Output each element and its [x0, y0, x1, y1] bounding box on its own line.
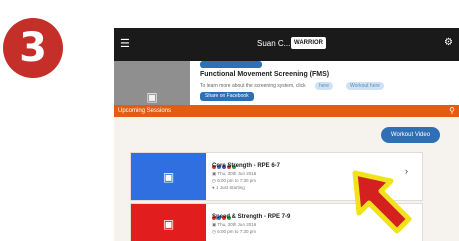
post-link-chip[interactable]: Workout here [346, 82, 384, 90]
image-icon: ▣ [162, 169, 175, 184]
session-time: ◷ 6:00 pm to 7:30 pm [212, 229, 256, 234]
share-on-facebook-button[interactable]: Share on Facebook [200, 92, 254, 101]
pointer-arrow-icon [352, 170, 412, 234]
image-icon: ▣ [146, 90, 158, 104]
step-number-badge: 3 [3, 18, 63, 78]
hamburger-menu-icon[interactable]: ☰ [120, 38, 130, 50]
session-time-text: 6:00 pm to 7:30 pm [217, 178, 256, 183]
workout-video-button[interactable]: Workout Video [381, 127, 440, 143]
upcoming-sessions-label: Upcoming Sessions [118, 108, 172, 114]
upcoming-sessions-bar: Upcoming Sessions ⚲ [114, 105, 459, 117]
session-date-text: Thu, 30th Jun 2016 [217, 171, 257, 176]
session-image: ▣ [131, 204, 206, 241]
post-description: To learn more about the screening system… [200, 83, 306, 89]
session-title: Core Strength - RPE 6-7 [212, 163, 281, 169]
session-attendees: ● 1 Just Starting [212, 185, 245, 190]
top-bar: ☰ Suan C... WARRIOR ⚙ [114, 28, 459, 61]
user-name: Suan C... [257, 39, 291, 48]
session-time-text: 6:00 pm to 7:30 pm [217, 229, 256, 234]
session-title: Speed & Strength - RPE 7-9 [212, 214, 291, 220]
share-button-partial[interactable] [200, 61, 262, 68]
session-date: ▣ Thu, 30th Jun 2016 [212, 171, 257, 176]
gear-icon[interactable]: ⚙ [444, 37, 453, 48]
session-date: ▣ Thu, 30th Jun 2016 [212, 222, 257, 227]
image-icon: ▣ [162, 217, 175, 231]
post-title: Functional Movement Screening (FMS) [200, 71, 330, 78]
session-time: ◷ 6:00 pm to 7:30 pm [212, 178, 256, 183]
post-link-chip[interactable]: here [315, 82, 334, 90]
search-icon[interactable]: ⚲ [449, 106, 455, 116]
user-level-badge: WARRIOR [291, 37, 326, 49]
session-date-text: Thu, 30th Jun 2016 [217, 222, 257, 227]
session-image: ▣ [131, 153, 206, 200]
step-number: 3 [19, 25, 47, 71]
session-attendees-text: 1 Just Starting [215, 185, 245, 190]
